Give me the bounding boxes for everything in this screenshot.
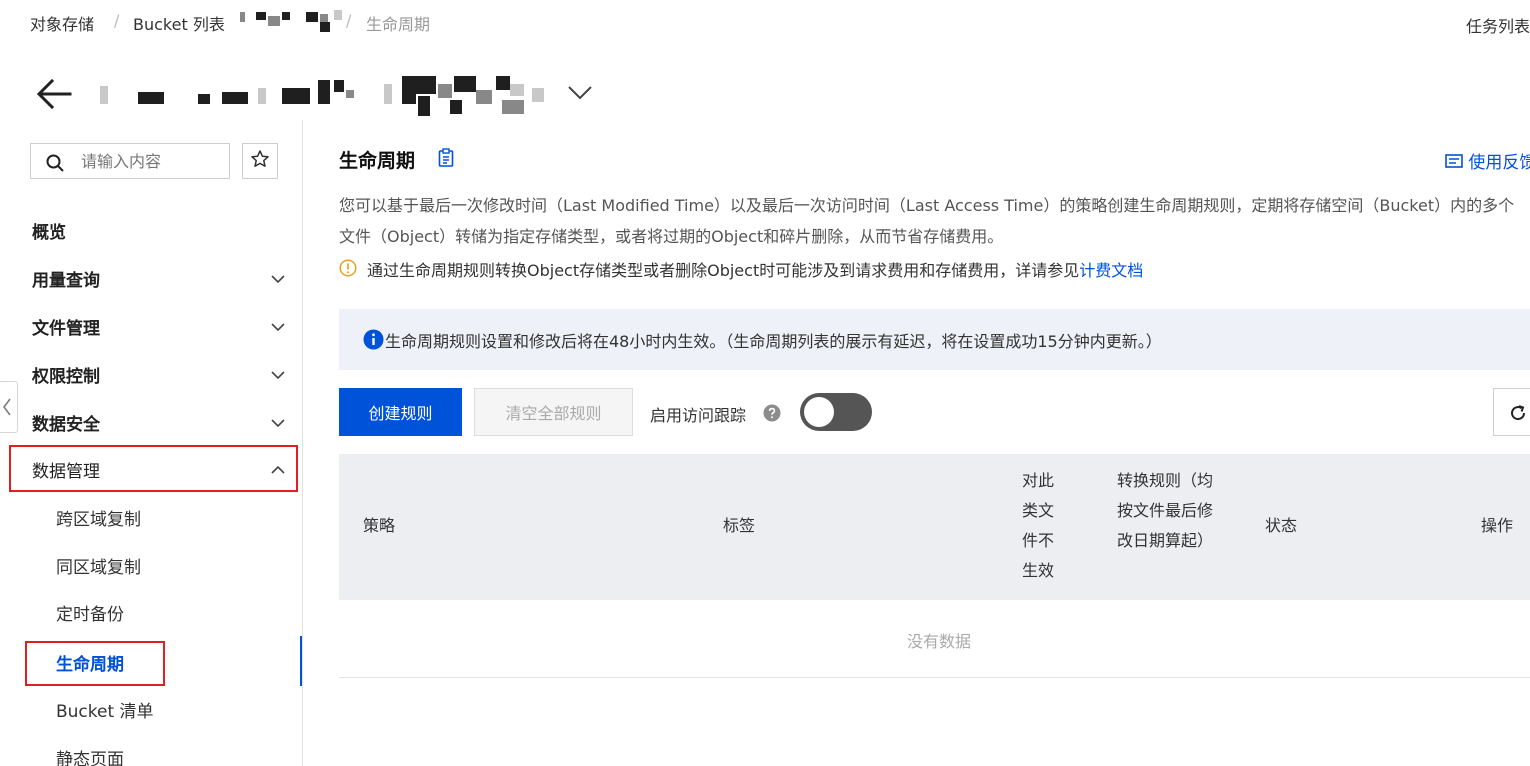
feedback-link[interactable]: 使用反馈 xyxy=(1445,148,1530,173)
sidebar-subitem-lifecycle[interactable]: 生命周期 xyxy=(0,642,302,682)
column-header-status: 状态 xyxy=(1265,516,1298,535)
bucket-switch-chevron-down-icon[interactable] xyxy=(566,80,594,104)
access-tracking-toggle[interactable] xyxy=(800,393,872,431)
breadcrumb-bucket-list[interactable]: Bucket 列表 xyxy=(133,11,225,35)
sidebar-item-label: 用量查询 xyxy=(32,271,100,291)
page-title: 生命周期 xyxy=(339,150,416,172)
chevron-up-icon xyxy=(270,462,286,476)
breadcrumb-object-storage[interactable]: 对象存储 xyxy=(30,11,94,35)
rules-table-header: 策略 标签 对此类文件不生效 转换规则（均按文件最后修改日期算起） 状态 操作 xyxy=(339,454,1530,600)
clipboard-doc-icon[interactable] xyxy=(437,148,455,168)
breadcrumb-lifecycle: 生命周期 xyxy=(366,15,431,34)
rules-table-empty: 没有数据 xyxy=(339,600,1530,678)
sidebar-item-files[interactable]: 文件管理 xyxy=(0,306,302,346)
toggle-knob xyxy=(804,397,834,427)
refresh-button[interactable] xyxy=(1493,388,1530,436)
empty-state-text: 没有数据 xyxy=(906,632,971,651)
sidebar-subitem-label: 跨区域复制 xyxy=(56,510,141,530)
create-rule-button[interactable]: 创建规则 xyxy=(339,388,462,436)
sidebar-item-data-management[interactable]: 数据管理 xyxy=(0,449,302,489)
chevron-down-icon xyxy=(270,415,286,429)
sidebar-item-label: 数据安全 xyxy=(32,415,100,435)
warning-icon xyxy=(339,259,357,277)
info-banner-text: 生命周期规则设置和修改后将在48小时内生效。（生命周期列表的展示有延迟，将在设置… xyxy=(385,332,1162,351)
sidebar-item-overview[interactable]: 概览 xyxy=(0,210,302,250)
sidebar-subitem-bucket-inventory[interactable]: Bucket 清单 xyxy=(0,689,302,729)
sidebar-active-indicator xyxy=(300,636,302,686)
info-icon xyxy=(363,329,384,350)
star-icon xyxy=(250,149,270,173)
feedback-label: 使用反馈 xyxy=(1468,153,1530,173)
sidebar-subitem-same-region-replication[interactable]: 同区域复制 xyxy=(0,545,302,585)
sidebar-divider xyxy=(302,120,303,766)
chevron-down-icon xyxy=(270,271,286,285)
sidebar-subitem-label: Bucket 清单 xyxy=(56,702,154,722)
billing-docs-link[interactable]: 计费文档 xyxy=(1079,261,1143,280)
clear-all-rules-button: 清空全部规则 xyxy=(474,388,633,436)
search-icon xyxy=(45,153,65,173)
sidebar-subitem-label: 同区域复制 xyxy=(56,558,141,578)
column-header-tags: 标签 xyxy=(723,516,756,535)
sidebar-search xyxy=(30,143,230,179)
lifecycle-description: 您可以基于最后一次修改时间（Last Modified Time）以及最后一次访… xyxy=(339,196,1515,246)
back-arrow-icon[interactable] xyxy=(34,76,74,112)
sidebar-collapse-handle[interactable] xyxy=(0,381,18,433)
sidebar-subitem-label: 静态页面 xyxy=(56,750,124,766)
column-header-policy: 策略 xyxy=(363,516,396,535)
top-bar: 对象存储 / Bucket 列表 / 生命周期 任务列表 xyxy=(0,0,1530,44)
chevron-down-icon xyxy=(270,319,286,333)
sidebar-item-permissions[interactable]: 权限控制 xyxy=(0,354,302,394)
column-header-actions: 操作 xyxy=(1481,516,1514,535)
column-header-transition-rule: 转换规则（均按文件最后修改日期算起） xyxy=(1117,471,1214,550)
access-tracking-label: 启用访问跟踪 xyxy=(650,406,747,425)
feedback-icon xyxy=(1445,153,1468,173)
task-list-link[interactable]: 任务列表 xyxy=(1466,13,1530,37)
sidebar-subitem-scheduled-backup[interactable]: 定时备份 xyxy=(0,592,302,632)
info-banner: 生命周期规则设置和修改后将在48小时内生效。（生命周期列表的展示有延迟，将在设置… xyxy=(339,309,1530,370)
breadcrumb-separator: / xyxy=(114,11,120,30)
sidebar-subitem-static-website[interactable]: 静态页面 xyxy=(0,737,302,766)
sidebar-item-label: 文件管理 xyxy=(32,319,100,339)
sidebar-item-label: 权限控制 xyxy=(32,367,100,387)
sidebar-item-usage[interactable]: 用量查询 xyxy=(0,258,302,298)
sidebar-item-data-security[interactable]: 数据安全 xyxy=(0,402,302,442)
sidebar-item-label: 数据管理 xyxy=(32,462,100,482)
sidebar-subitem-cross-region-replication[interactable]: 跨区域复制 xyxy=(0,497,302,537)
chevron-down-icon xyxy=(270,367,286,381)
search-input[interactable] xyxy=(81,144,227,178)
column-header-not-effective: 对此类文件不生效 xyxy=(1022,471,1055,580)
billing-warning-text: 通过生命周期规则转换Object存储类型或者删除Object时可能涉及到请求费用… xyxy=(367,261,1080,280)
sidebar-subitem-label: 生命周期 xyxy=(56,655,124,675)
breadcrumb-separator: / xyxy=(346,11,352,30)
sidebar-subitem-label: 定时备份 xyxy=(56,605,124,625)
favorite-button[interactable] xyxy=(242,143,278,179)
help-question-icon[interactable] xyxy=(763,404,781,422)
sidebar-item-label: 概览 xyxy=(32,223,66,243)
